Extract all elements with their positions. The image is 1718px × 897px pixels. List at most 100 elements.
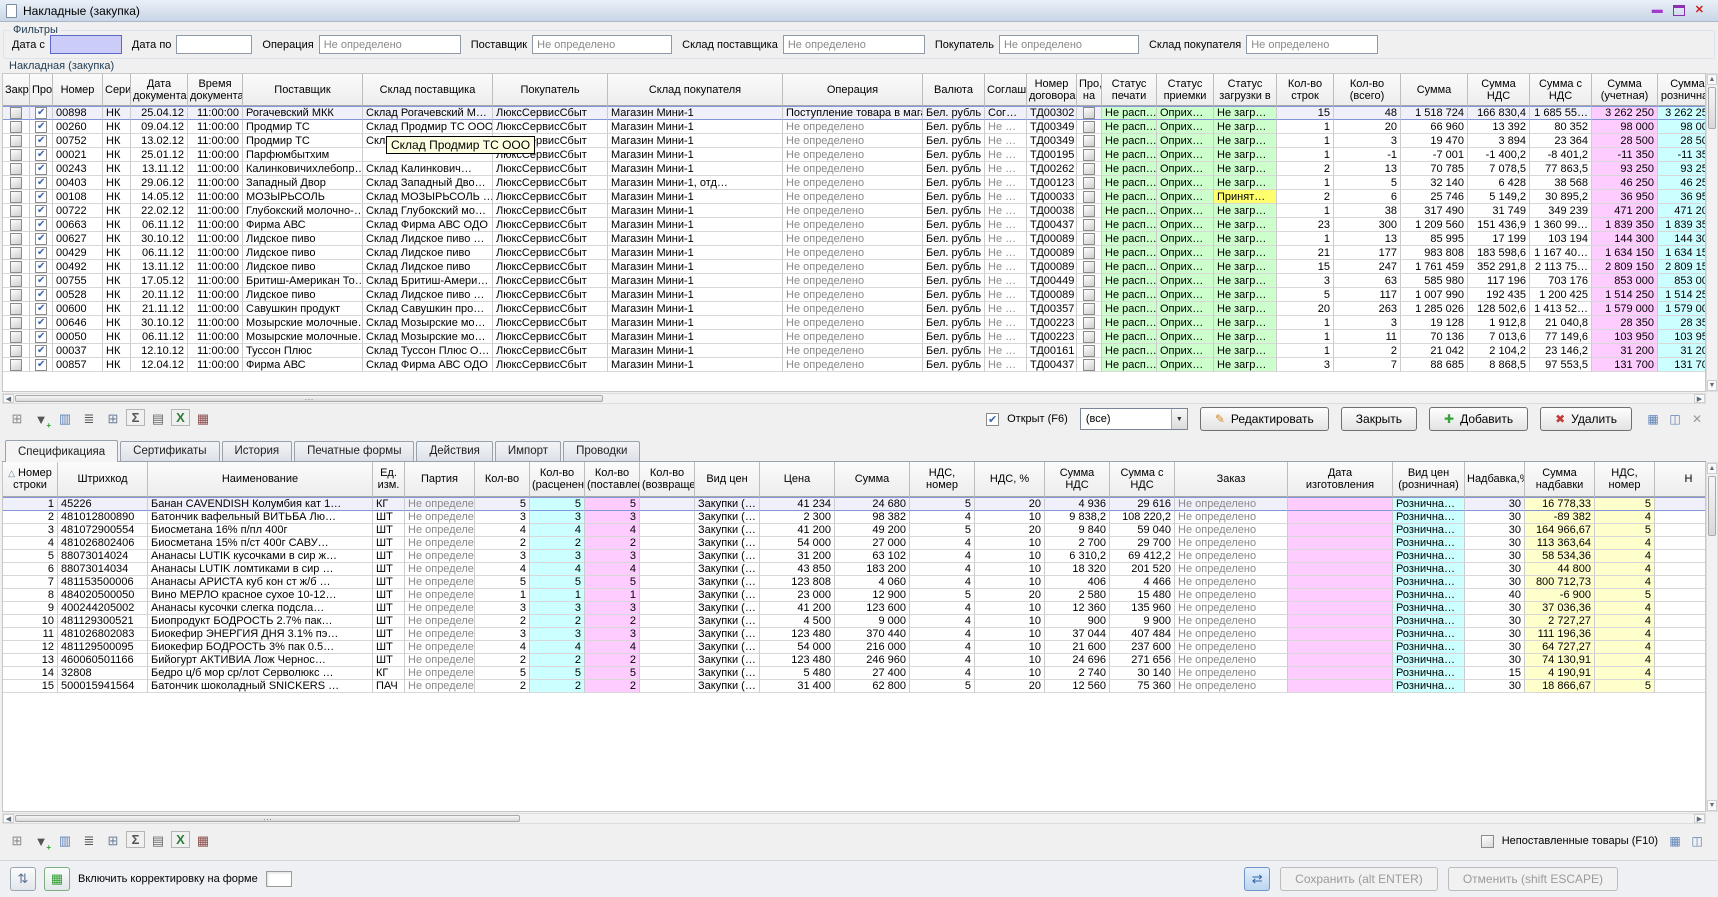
excel-export-icon[interactable]: ▦	[44, 867, 70, 891]
cell-sum[interactable]: 370 440	[835, 628, 910, 641]
cell-sum_with_vat[interactable]: 9 900	[1110, 615, 1175, 628]
cell-line_no[interactable]: 11	[3, 628, 58, 641]
checkbox-unchecked-icon[interactable]	[10, 149, 22, 161]
cell-qty_total[interactable]: 177	[1334, 246, 1401, 260]
cell-doc_time[interactable]: 11:00:00	[188, 120, 243, 134]
table-row[interactable]: 15500015941564Батончик шоколадный SNICKE…	[3, 680, 1706, 693]
cell-qty_delivered[interactable]: 3	[585, 550, 640, 563]
cell-qty[interactable]: 3	[475, 628, 530, 641]
cell-sum_with_vat[interactable]: 23 364	[1530, 134, 1592, 148]
cell-series[interactable]: НК	[103, 176, 131, 190]
cell-pro[interactable]	[30, 288, 53, 302]
refresh-icon[interactable]: ⇄	[1244, 867, 1270, 891]
cell-doc_date[interactable]: 30.10.12	[131, 316, 188, 330]
cell-unit[interactable]: ШТ	[373, 628, 405, 641]
cell-num[interactable]: 00646	[53, 316, 103, 330]
cell-mfg_date[interactable]	[1288, 628, 1393, 641]
cell-st_load[interactable]: Не загр…	[1214, 260, 1277, 274]
column-header-sum_with_vat[interactable]: Сумма с НДС	[1110, 462, 1175, 497]
cell-supplier[interactable]: Бритиш-Американ То…	[243, 274, 363, 288]
cell-sum_vat[interactable]: -1 400,2	[1468, 148, 1530, 162]
cell-sum_retail[interactable]: 31 200	[1658, 344, 1706, 358]
checkbox-unchecked-icon[interactable]	[1083, 331, 1095, 343]
cell-sum_with_vat[interactable]: 97 553,5	[1530, 358, 1592, 372]
cell-pro[interactable]	[30, 316, 53, 330]
cell-st_accept[interactable]: Оприх…	[1157, 106, 1214, 120]
cell-num[interactable]: 00037	[53, 344, 103, 358]
cell-qty_total[interactable]: 263	[1334, 302, 1401, 316]
checkbox-checked-icon[interactable]	[35, 107, 47, 119]
cell-qty[interactable]: 1	[475, 589, 530, 602]
cell-operation[interactable]: Не определено	[783, 148, 923, 162]
cell-num[interactable]: 00752	[53, 134, 103, 148]
cell-unit[interactable]: ПАЧ	[373, 680, 405, 693]
cell-price_type[interactable]: Закупки (…	[695, 511, 760, 524]
cell-sum_retail[interactable]: 144 300	[1658, 232, 1706, 246]
hscroll-thumb[interactable]: ⋯	[15, 815, 520, 822]
cell-qty_returned[interactable]	[640, 497, 695, 511]
cell-supplier[interactable]: Лидское пиво	[243, 288, 363, 302]
cell-qty_returned[interactable]	[640, 654, 695, 667]
cell-qty[interactable]: 5	[475, 497, 530, 511]
cell-pro[interactable]	[30, 162, 53, 176]
checkbox-unchecked-icon[interactable]	[10, 205, 22, 217]
cell-sum_retail[interactable]: 28 500	[1658, 134, 1706, 148]
cell-sum_account[interactable]: 103 950	[1592, 330, 1658, 344]
cell-markup_sum[interactable]: -89 382	[1525, 511, 1595, 524]
cell-st_load[interactable]: Не загр…	[1214, 134, 1277, 148]
cell-st_load[interactable]: Не загр…	[1214, 176, 1277, 190]
cell-markup_sum[interactable]: 64 727,27	[1525, 641, 1595, 654]
filter-input[interactable]	[176, 35, 252, 54]
cell-qty_total[interactable]: 2	[1334, 344, 1401, 358]
cell-closed[interactable]	[3, 218, 30, 232]
cell-supplier[interactable]: Продмир ТС	[243, 120, 363, 134]
cell-name[interactable]: Ананасы АРИСТА куб кон ст ж/б …	[148, 576, 373, 589]
cell-operation[interactable]: Не определено	[783, 218, 923, 232]
cell-supplier_wh[interactable]: Склад Мозырские мо…	[363, 330, 493, 344]
cell-price_type[interactable]: Закупки (…	[695, 628, 760, 641]
cell-sum_with_vat[interactable]: 30 895,2	[1530, 190, 1592, 204]
table-row[interactable]: 7481153500006Ананасы АРИСТА куб кон ст ж…	[3, 576, 1706, 589]
cell-sum[interactable]: 62 800	[835, 680, 910, 693]
cell-barcode[interactable]: 32808	[58, 667, 148, 680]
cell-qty_total[interactable]: 6	[1334, 190, 1401, 204]
cell-currency[interactable]: Бел. рубль	[923, 274, 985, 288]
cell-qty_delivered[interactable]: 3	[585, 628, 640, 641]
specification-vscrollbar[interactable]: ▲ ▼	[1706, 462, 1718, 812]
cell-doc_date[interactable]: 21.11.12	[131, 302, 188, 316]
cell-closed[interactable]	[3, 176, 30, 190]
table-row[interactable]: 12481129500095Биокефир БОДРОСТЬ 3% пак 0…	[3, 641, 1706, 654]
cell-price_type[interactable]: Закупки (…	[695, 524, 760, 537]
scroll-right-icon[interactable]: ▶	[1694, 394, 1705, 403]
checkbox-unchecked-icon[interactable]	[10, 261, 22, 273]
cell-vat_num[interactable]: 5	[910, 524, 975, 537]
cell-vat_pct[interactable]: 10	[975, 667, 1045, 680]
cell-sum_account[interactable]: 1 579 000	[1592, 302, 1658, 316]
cell-agreement[interactable]: Не …	[985, 232, 1027, 246]
cell-batch[interactable]: Не определено	[405, 602, 475, 615]
cell-qty_returned[interactable]	[640, 550, 695, 563]
column-header-operation[interactable]: Операция	[783, 74, 923, 106]
cell-rows_cnt[interactable]: 21	[1277, 246, 1334, 260]
table-row[interactable]: 00403НК29.06.1211:00:00Западный ДворСкла…	[3, 176, 1706, 190]
cell-st_load[interactable]: Не загр…	[1214, 148, 1277, 162]
cell-currency[interactable]: Бел. рубль	[923, 120, 985, 134]
cell-agreement[interactable]: Не …	[985, 176, 1027, 190]
cell-doc_time[interactable]: 11:00:00	[188, 134, 243, 148]
cell-qty[interactable]: 5	[475, 667, 530, 680]
cell-qty_returned[interactable]	[640, 667, 695, 680]
cell-pro_na[interactable]	[1077, 302, 1102, 316]
cell-doc_date[interactable]: 06.11.12	[131, 218, 188, 232]
cell-qty[interactable]: 5	[475, 576, 530, 589]
cell-qty_total[interactable]: 7	[1334, 358, 1401, 372]
cell-vat_num_retail[interactable]: 4	[1595, 511, 1655, 524]
cell-doc_date[interactable]: 22.02.12	[131, 204, 188, 218]
cell-vat_num[interactable]: 4	[910, 667, 975, 680]
cell-vat_num_retail[interactable]: 4	[1595, 602, 1655, 615]
cell-price_type_retail[interactable]: Рознична…	[1393, 654, 1465, 667]
cell-price_type[interactable]: Закупки (…	[695, 602, 760, 615]
cell-price_type_retail[interactable]: Рознична…	[1393, 680, 1465, 693]
cell-qty_returned[interactable]	[640, 576, 695, 589]
cell-line_no[interactable]: 3	[3, 524, 58, 537]
cell-st_accept[interactable]: Оприх…	[1157, 148, 1214, 162]
